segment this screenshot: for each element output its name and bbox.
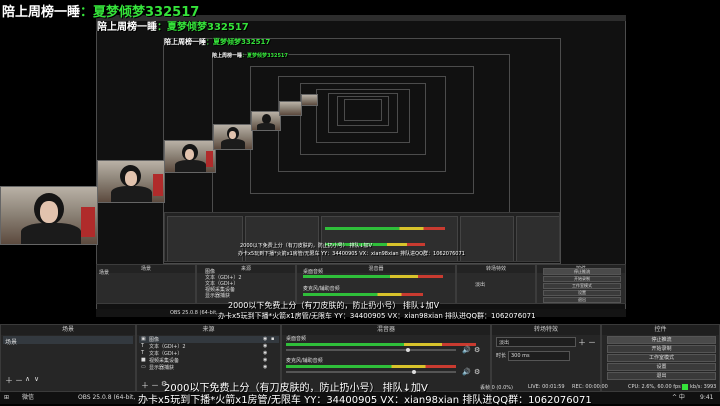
webcam-preview: [0, 186, 98, 245]
nested-subtitle-level-2-line1: 2000以下免费上分（有刀皮肤的，防止扔小号） 排队↓加V: [228, 301, 440, 310]
scenes-remove-button[interactable]: －: [15, 375, 23, 386]
obs-taskbar-item[interactable]: OBS 25.0.8 (64-bit, ...: [78, 393, 136, 403]
mixer-channel-name: 桌面音频: [286, 336, 307, 342]
gear-icon[interactable]: ⚙: [474, 368, 480, 376]
gear-icon[interactable]: ⚙: [474, 346, 480, 354]
overlay-title-level-3: 陪上周榜一睡：夏梦倾梦332517: [164, 38, 271, 46]
nested-transitions-dock: 转场特效 淡出: [456, 264, 536, 304]
clock[interactable]: 9:41: [700, 393, 713, 403]
nested-sources-dock: 来源 图像 文本（GDI+）2 文本（GDI+） 视频采集设备 显示器捕获: [196, 264, 296, 304]
source-item[interactable]: T 文本（GDI+） ◉: [139, 350, 279, 357]
nested-scenes-dock: 场景 场景: [96, 264, 196, 304]
exit-button[interactable]: 退出: [607, 372, 716, 380]
stop-streaming-button[interactable]: 停止推流: [607, 336, 716, 344]
webcam-preview-level-4: [213, 124, 253, 150]
transition-add-button[interactable]: ＋: [578, 337, 586, 348]
start-recording-button[interactable]: 开始录制: [607, 345, 716, 353]
lock-icon[interactable]: ▪: [271, 336, 274, 342]
transitions-dock: 转场特效 淡出 ＋ － 时长 300 ms: [491, 324, 601, 392]
source-item[interactable]: ▭ 显示器捕获 ◉: [139, 364, 279, 371]
eye-icon[interactable]: ◉: [263, 336, 267, 342]
source-item[interactable]: T 文本（GDI+）2 ◉: [139, 343, 279, 350]
rec-timer: REC: 00:00:00: [572, 384, 608, 390]
controls-dock-title: 控件: [602, 325, 719, 335]
scenes-down-button[interactable]: ∨: [34, 375, 39, 383]
speaker-icon[interactable]: 🔊: [462, 346, 471, 354]
scenes-dock: 场景 场景 ＋ － ∧ ∨: [0, 324, 136, 392]
scene-item[interactable]: 场景: [3, 336, 133, 346]
eye-icon[interactable]: ◉: [263, 343, 267, 349]
webcam-preview-level-2: [97, 160, 165, 203]
nested-subtitle-level-3-line2: 办卡x5玩到下播*火箭x1房管/无限车 YY：34400905 VX：xian9…: [238, 251, 465, 257]
mixer-volume-knob[interactable]: [412, 370, 416, 374]
camera-icon: ■: [141, 357, 146, 363]
settings-button[interactable]: 设置: [607, 363, 716, 371]
source-item[interactable]: ▣ 图像 ◉ ▪: [139, 336, 279, 343]
mixer-dock-title: 混音器: [282, 325, 490, 335]
nested-mixer-dock: 混音器 桌面音频 麦克风/辅助音频: [296, 264, 456, 304]
webcam-preview-level-6: [279, 101, 302, 116]
nested-subtitle-level-3-line1: 2000以下免费上分（有刀皮肤的，防止扔小号） 排队↓加V: [240, 243, 372, 249]
mixer-level-meter: [286, 343, 476, 346]
start-button[interactable]: ⊞: [4, 393, 9, 403]
text-icon: T: [141, 350, 145, 356]
duration-label: 时长: [496, 353, 507, 359]
live-timer: LIVE: 00:01:59: [528, 384, 565, 390]
overlay-title-level-4: 陪上周榜一睡：夏梦倾梦332517: [212, 53, 288, 59]
eye-icon[interactable]: ◉: [263, 357, 267, 363]
mixer-volume-knob[interactable]: [406, 348, 410, 352]
transition-select[interactable]: 淡出: [496, 337, 576, 347]
nested-subtitle-level-2-line2: 办卡x5玩到下播*火箭x1房管/无限车 YY：34400905 VX：xian9…: [218, 312, 536, 320]
webcam-preview-level-7: [301, 94, 318, 106]
bitrate: kb/s: 3993: [690, 384, 717, 390]
mixer-level-meter: [286, 365, 456, 368]
source-item[interactable]: ■ 视频采集设备 ◉: [139, 357, 279, 364]
scenes-up-button[interactable]: ∧: [25, 375, 30, 383]
sources-add-button[interactable]: ＋: [141, 380, 149, 391]
transitions-dock-title: 转场特效: [492, 325, 600, 335]
monitor-icon: ▭: [141, 364, 146, 370]
duration-field[interactable]: 300 ms: [508, 351, 570, 361]
eye-icon[interactable]: ◉: [263, 364, 267, 370]
stream-status-indicator: [682, 384, 688, 390]
system-tray[interactable]: ^ 中: [672, 393, 685, 403]
cpu-fps: CPU: 2.6%, 60.00 fps: [628, 384, 681, 390]
nested-controls-dock: 控件 停止推流 开始录制 工作室模式 设置 退出: [536, 264, 626, 304]
transition-remove-button[interactable]: －: [588, 337, 596, 348]
mixer-volume-slider[interactable]: [286, 349, 456, 351]
sources-dock-title: 来源: [137, 325, 280, 335]
preview-frame-10: [344, 99, 382, 121]
dropped-frames: 丢帧 0 (0.0%): [480, 385, 513, 391]
speaker-icon[interactable]: 🔊: [462, 368, 471, 376]
scenes-dock-title: 场景: [1, 325, 135, 335]
eye-icon[interactable]: ◉: [263, 350, 267, 356]
wechat-taskbar-item[interactable]: 微信: [22, 393, 34, 403]
scenes-add-button[interactable]: ＋: [5, 375, 13, 386]
image-icon: ▣: [141, 336, 146, 342]
webcam-preview-level-5: [251, 111, 281, 131]
text-icon: T: [141, 343, 145, 349]
sources-remove-button[interactable]: －: [151, 380, 159, 391]
mixer-volume-slider[interactable]: [286, 371, 456, 373]
webcam-preview-level-3: [164, 140, 216, 173]
mixer-channel-name: 麦克风/辅助音频: [286, 358, 323, 364]
overlay-title-level-2: 陪上周榜一睡：夏梦倾梦332517: [97, 22, 249, 33]
controls-dock: 控件 停止推流 开始录制 工作室模式 设置 退出: [601, 324, 720, 392]
studio-mode-button[interactable]: 工作室模式: [607, 354, 716, 362]
